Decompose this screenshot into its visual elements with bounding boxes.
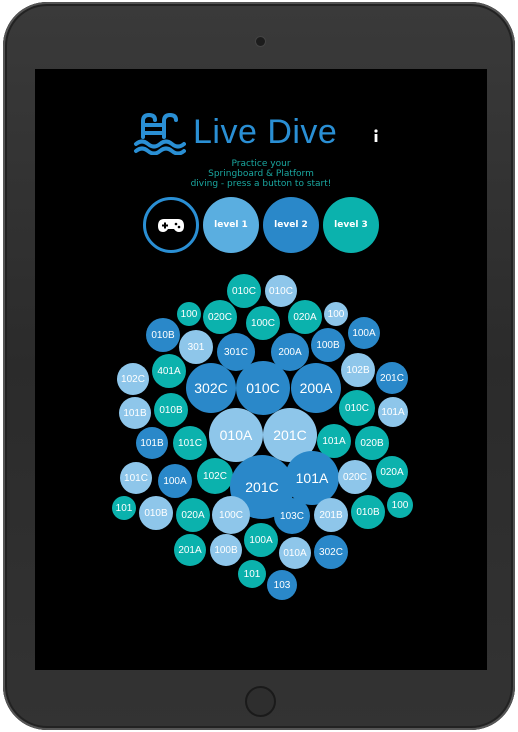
dive-bubble[interactable]: 101A [378, 397, 408, 427]
dive-bubble[interactable]: 020A [376, 456, 408, 488]
dive-bubble[interactable]: 010C [236, 361, 290, 415]
camera-lens [256, 37, 265, 46]
dive-bubble[interactable]: 102C [197, 458, 233, 494]
home-button[interactable] [245, 686, 276, 717]
dive-bubble[interactable]: 100 [387, 492, 413, 518]
dive-bubble[interactable]: 102B [341, 353, 375, 387]
dive-bubble[interactable]: 200A [291, 363, 341, 413]
dive-bubble[interactable]: 010C [227, 274, 261, 308]
dive-bubble[interactable]: 201B [314, 498, 348, 532]
app-screen: Live Dive Practice your Springboard & Pl… [35, 69, 487, 670]
dive-bubble[interactable]: 101C [173, 426, 207, 460]
dive-bubble[interactable]: 100A [348, 317, 380, 349]
dive-bubble[interactable]: 020B [355, 426, 389, 460]
dive-bubble[interactable]: 010B [154, 393, 188, 427]
dive-bubble[interactable]: 020C [338, 460, 372, 494]
dive-bubble[interactable]: 100A [158, 464, 192, 498]
dive-bubble[interactable]: 103C [274, 498, 310, 534]
dive-bubble[interactable]: 201A [174, 534, 206, 566]
dive-bubble[interactable]: 010C [265, 275, 297, 307]
dive-bubble[interactable]: 101 [238, 560, 266, 588]
dive-bubble[interactable]: 100C [246, 306, 280, 340]
dive-bubble[interactable]: 201C [376, 362, 408, 394]
dive-bubble-cluster: 010C 010C 100 020C 100C 020A 100 010B 301 301C 200… [35, 69, 487, 670]
dive-bubble[interactable]: 101 [112, 496, 136, 520]
dive-bubble[interactable]: 100B [210, 534, 242, 566]
dive-bubble[interactable]: 100B [311, 328, 345, 362]
dive-bubble[interactable]: 020C [203, 300, 237, 334]
dive-bubble[interactable]: 100 [177, 302, 201, 326]
dive-bubble[interactable]: 103 [267, 570, 297, 600]
dive-bubble[interactable]: 100A [244, 523, 278, 557]
dive-bubble[interactable]: 101B [136, 427, 168, 459]
dive-bubble[interactable]: 302C [186, 363, 236, 413]
tablet-frame: Live Dive Practice your Springboard & Pl… [3, 2, 515, 730]
dive-bubble[interactable]: 010B [146, 318, 180, 352]
dive-bubble[interactable]: 020A [288, 300, 322, 334]
dive-bubble[interactable]: 101C [120, 462, 152, 494]
dive-bubble[interactable]: 102C [117, 363, 149, 395]
dive-bubble[interactable]: 100C [212, 496, 250, 534]
dive-bubble[interactable]: 020A [176, 498, 210, 532]
dive-bubble[interactable]: 301 [179, 330, 213, 364]
dive-bubble[interactable]: 010B [139, 496, 173, 530]
dive-bubble[interactable]: 302C [314, 535, 348, 569]
dive-bubble[interactable]: 010C [339, 390, 375, 426]
dive-bubble[interactable]: 101A [285, 451, 339, 505]
dive-bubble[interactable]: 401A [152, 354, 186, 388]
dive-bubble[interactable]: 010A [209, 408, 263, 462]
dive-bubble[interactable]: 010A [279, 537, 311, 569]
dive-bubble[interactable]: 101B [119, 397, 151, 429]
dive-bubble[interactable]: 010B [351, 495, 385, 529]
dive-bubble[interactable]: 100 [324, 302, 348, 326]
